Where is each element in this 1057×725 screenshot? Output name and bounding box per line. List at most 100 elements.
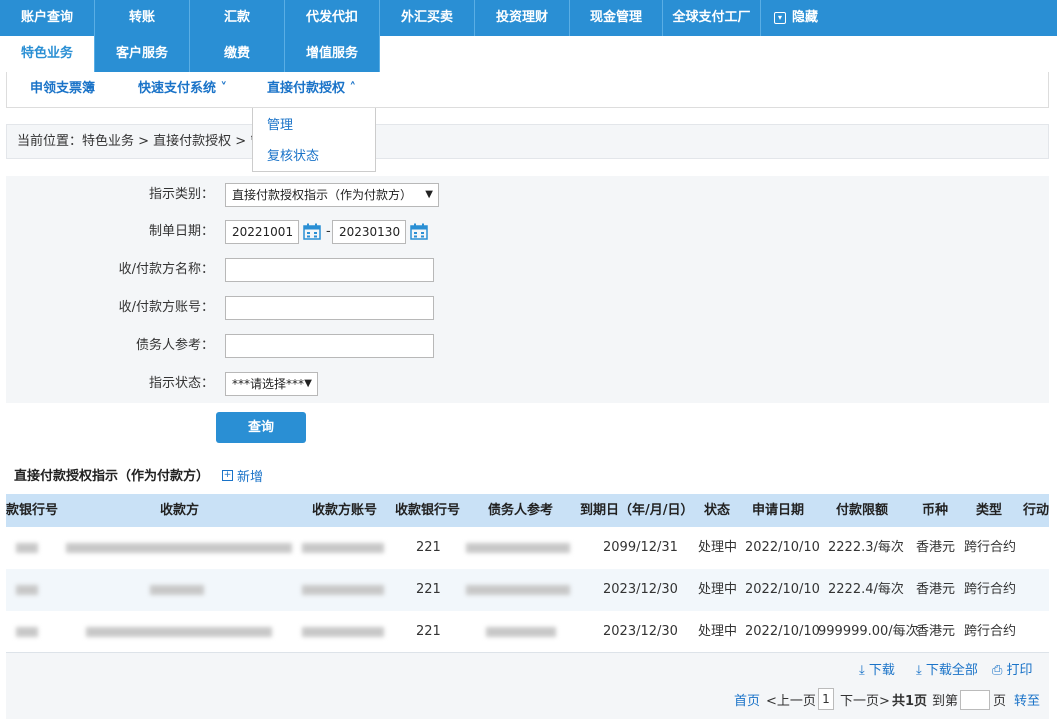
- print-button[interactable]: ⎙ 打印: [992, 659, 1033, 678]
- col-currency: 币种: [922, 503, 949, 518]
- download-button[interactable]: ⤓ 下载: [859, 659, 895, 678]
- cell-status: 处理中: [698, 582, 738, 597]
- status-label: 指示状态：: [148, 376, 214, 391]
- dropdown-item-review-status[interactable]: 复核状态: [267, 145, 319, 164]
- cell-due-date: 2023/12/30: [603, 582, 678, 597]
- nav-tab-investment[interactable]: 投资理财: [475, 0, 570, 36]
- prev-page-link[interactable]: <上一页: [766, 690, 816, 709]
- nav-tab-customer-service[interactable]: 客户服务: [95, 36, 190, 72]
- current-page-box: 1: [818, 688, 834, 710]
- add-button[interactable]: + 新增: [222, 466, 263, 485]
- col-payer-bank: 款银行号: [6, 503, 59, 518]
- download-icon: ⤓: [859, 663, 865, 678]
- nav-tab-remittance[interactable]: 汇款: [190, 0, 285, 36]
- download-label: 下载: [868, 663, 895, 678]
- date-from-input[interactable]: 20221001: [225, 220, 299, 244]
- first-page-link[interactable]: 首页: [734, 690, 760, 709]
- date-separator: -: [326, 224, 331, 239]
- col-payee: 收款方: [160, 503, 200, 518]
- instructions-table: 款银行号 收款方 收款方账号 收款银行号 债务人参考 到期日（年/月/日） 状态…: [6, 494, 1049, 652]
- dropdown-arrow-icon: ▼: [425, 189, 433, 200]
- hide-label: 隐藏: [791, 10, 818, 25]
- goto-page-input[interactable]: [960, 690, 990, 710]
- col-limit: 付款限额: [836, 503, 889, 518]
- total-pages: 共1页: [892, 694, 928, 709]
- download-all-label: 下载全部: [925, 663, 978, 678]
- cell-limit: 2222.3/每次: [828, 540, 904, 555]
- next-page-link[interactable]: 下一页>: [840, 690, 890, 709]
- table-row[interactable]: 221 2099/12/31 处理中 2022/10/10 2222.3/每次 …: [6, 527, 1049, 569]
- cell-status: 处理中: [698, 624, 738, 639]
- col-apply-date: 申请日期: [752, 503, 805, 518]
- cell-currency: 香港元: [916, 582, 956, 597]
- date-label: 制单日期：: [148, 224, 214, 239]
- debtor-ref-input[interactable]: [225, 334, 434, 358]
- table-footer: ⤓ 下载 ⤓ 下载全部 ⎙ 打印 首页 <上一页 1 下一页> 共1页 到第 页…: [6, 652, 1049, 719]
- nav-tab-bill-payment[interactable]: 缴费: [190, 36, 285, 72]
- table-row[interactable]: 221 2023/12/30 处理中 2022/10/10 999999.00/…: [6, 611, 1049, 652]
- print-label: 打印: [1006, 663, 1033, 678]
- download-all-button[interactable]: ⤓ 下载全部: [916, 659, 978, 678]
- payee-account-label: 收/付款方账号：: [118, 300, 214, 315]
- subnav-chequebook[interactable]: 申领支票簿: [30, 72, 95, 106]
- calendar-icon[interactable]: [410, 223, 428, 240]
- cell-payee-bank: 221: [416, 624, 441, 639]
- col-status: 状态: [704, 503, 731, 518]
- cell-limit: 2222.4/每次: [828, 582, 904, 597]
- download-icon: ⤓: [916, 663, 922, 678]
- nav-tab-forex[interactable]: 外汇买卖: [380, 0, 475, 36]
- subnav-fps[interactable]: 快速支付系统 ˅: [138, 72, 227, 106]
- instruction-type-select[interactable]: 直接付款授权指示（作为付款方） ▼: [225, 183, 439, 207]
- cell-limit: 999999.00/每次: [818, 624, 919, 639]
- nav-tab-value-added[interactable]: 增值服务: [285, 36, 380, 72]
- dropdown-arrow-icon: ▼: [304, 378, 312, 389]
- cell-payee-bank: 221: [416, 540, 441, 555]
- nav-tab-cash-management[interactable]: 现金管理: [570, 0, 663, 36]
- debtor-ref-label: 债务人参考：: [135, 338, 214, 353]
- goto-label: 到第: [932, 694, 959, 709]
- calendar-icon[interactable]: [303, 223, 321, 240]
- col-type: 类型: [976, 503, 1003, 518]
- sub-nav-tabs: 特色业务 客户服务 缴费 增值服务: [0, 36, 380, 72]
- table-row[interactable]: 221 2023/12/30 处理中 2022/10/10 2222.4/每次 …: [6, 569, 1049, 611]
- status-select-value: ***请选择***: [232, 377, 305, 391]
- date-to-input[interactable]: 20230130: [332, 220, 406, 244]
- cell-type: 跨行合约: [964, 582, 1017, 597]
- breadcrumb: 当前位置：特色业务 > 直接付款授权 > 管理: [6, 124, 1049, 159]
- nav-tab-special-services[interactable]: 特色业务: [0, 36, 95, 72]
- cell-type: 跨行合约: [964, 624, 1017, 639]
- nav-tab-payroll[interactable]: 代发代扣: [285, 0, 380, 36]
- hide-nav-button[interactable]: ▾ 隐藏: [761, 0, 831, 36]
- subnav-direct-debit[interactable]: 直接付款授权 ˄: [267, 72, 356, 106]
- col-action: 行动: [1023, 503, 1049, 518]
- col-payee-account: 收款方账号: [312, 503, 378, 518]
- section-title: 直接付款授权指示（作为付款方）: [14, 469, 210, 484]
- payee-name-label: 收/付款方名称：: [118, 262, 214, 277]
- direct-debit-dropdown: 管理 复核状态: [252, 108, 376, 172]
- print-icon: ⎙: [992, 663, 1003, 678]
- cell-payee-bank: 221: [416, 582, 441, 597]
- nav-tab-account-query[interactable]: 账户查询: [0, 0, 95, 36]
- nav-tab-global-payment[interactable]: 全球支付工厂: [663, 0, 761, 36]
- page-unit-label: 页: [993, 694, 1007, 709]
- cell-apply-date: 2022/10/10: [745, 582, 820, 597]
- query-button[interactable]: 查询: [216, 412, 306, 443]
- cell-status: 处理中: [698, 540, 738, 555]
- main-nav: 账户查询 转账 汇款 代发代扣 外汇买卖 投资理财 现金管理 全球支付工厂 ▾ …: [0, 0, 1057, 36]
- cell-apply-date: 2022/10/10: [745, 624, 820, 639]
- feature-subnav: 申领支票簿 快速支付系统 ˅ 直接付款授权 ˄: [6, 72, 1049, 108]
- cell-currency: 香港元: [916, 624, 956, 639]
- nav-tab-transfer[interactable]: 转账: [95, 0, 190, 36]
- dropdown-item-manage[interactable]: 管理: [267, 114, 293, 133]
- payee-account-input[interactable]: [225, 296, 434, 320]
- instruction-type-label: 指示类别：: [148, 187, 214, 202]
- col-due-date: 到期日（年/月/日）: [580, 503, 694, 518]
- cell-currency: 香港元: [916, 540, 956, 555]
- col-payee-bank: 收款银行号: [395, 503, 461, 518]
- col-debtor-ref: 债务人参考: [488, 503, 554, 518]
- payee-name-input[interactable]: [225, 258, 434, 282]
- status-select[interactable]: ***请选择*** ▼: [225, 372, 318, 396]
- jump-link[interactable]: 转至: [1014, 690, 1040, 709]
- add-label: 新增: [237, 470, 264, 485]
- plus-icon: +: [222, 470, 233, 481]
